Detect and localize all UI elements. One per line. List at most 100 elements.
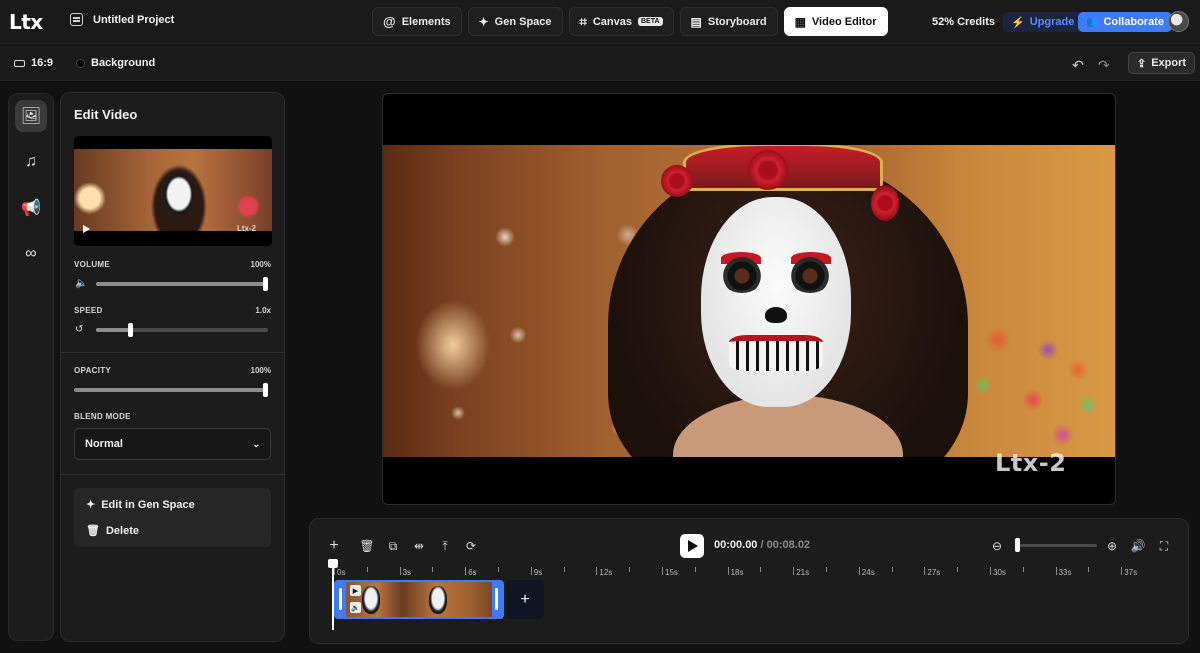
video-preview[interactable]: Ltx-2 <box>382 93 1116 505</box>
ruler-tick <box>990 567 991 575</box>
chevron-down-icon: ⌄ <box>252 438 260 449</box>
replace-icon[interactable]: ⟳ <box>463 538 479 554</box>
delete-button[interactable]: 🗑 Delete <box>86 524 139 538</box>
trim-icon[interactable]: ⤒ <box>437 538 453 554</box>
opacity-slider[interactable] <box>74 383 268 397</box>
audio-tool-button[interactable]: ♫ <box>15 146 47 178</box>
volume-icon[interactable]: 🔊 <box>1130 538 1146 554</box>
tab-canvas[interactable]: ⌗ Canvas BETA <box>568 7 674 36</box>
image-icon: 🖼 <box>20 108 42 125</box>
clip-handle-left[interactable] <box>339 588 342 610</box>
voice-tool-button[interactable]: 📢 <box>15 192 47 224</box>
ruler-tick <box>465 567 467 575</box>
aspect-ratio-label: 16:9 <box>31 57 54 69</box>
edit-in-gen-space-button[interactable]: ✦ Edit in Gen Space <box>86 498 195 512</box>
video-frame <box>383 145 1115 457</box>
main-nav: @ Elements ✦ Gen Space ⌗ Canvas BETA ▤ S… <box>372 7 888 36</box>
split-icon[interactable]: ⇹ <box>411 538 427 554</box>
aspect-ratio-button[interactable]: 16:9 <box>14 57 53 69</box>
ltx-logo[interactable]: Ltx <box>9 10 43 34</box>
background-button[interactable]: Background <box>76 57 155 69</box>
speed-slider[interactable] <box>96 323 268 337</box>
zoom-out-icon[interactable]: ⊖ <box>989 538 1005 554</box>
credits-indicator[interactable]: 52% Credits <box>932 16 995 28</box>
ruler-label: 6s <box>468 568 477 577</box>
volume-knob[interactable] <box>263 277 268 291</box>
infinity-icon: ∞ <box>25 245 37 262</box>
media-tool-button[interactable]: 🖼 <box>15 100 47 132</box>
tab-label: Canvas <box>592 15 632 28</box>
tab-storyboard[interactable]: ▤ Storyboard <box>679 7 778 36</box>
redo-icon[interactable]: ↷ <box>1098 57 1110 74</box>
rose-decoration <box>748 150 788 190</box>
trash-icon[interactable]: 🗑 <box>359 538 375 554</box>
volume-label: VOLUME <box>74 260 111 269</box>
clip-frame <box>362 586 380 614</box>
export-label: Export <box>1151 57 1187 69</box>
play-icon[interactable] <box>83 225 90 233</box>
project-title[interactable]: Untitled Project <box>70 13 174 26</box>
ruler-tick <box>530 567 532 575</box>
video-thumbnail[interactable]: Ltx-2 <box>74 136 272 246</box>
tab-label: Gen Space <box>494 15 552 28</box>
tab-label: Storyboard <box>707 15 767 28</box>
zoom-in-icon[interactable]: ⊕ <box>1104 538 1120 554</box>
users-icon: 👥 <box>1086 16 1099 28</box>
clip-actions: ✦ Edit in Gen Space 🗑 Delete <box>74 488 271 547</box>
zoom-knob[interactable] <box>1015 538 1020 552</box>
ruler-minor-tick <box>826 567 827 572</box>
beta-badge: BETA <box>638 17 663 26</box>
avatar[interactable] <box>1168 11 1189 32</box>
opacity-knob[interactable] <box>263 383 268 397</box>
at-icon: @ <box>383 14 396 29</box>
aspect-ratio-icon <box>14 59 25 67</box>
volume-slider[interactable] <box>96 277 268 291</box>
ruler-minor-tick <box>629 567 631 572</box>
background-color-swatch <box>76 58 85 68</box>
ruler-label: 27s <box>927 568 941 577</box>
upgrade-button[interactable]: ⚡ Upgrade <box>1003 12 1083 32</box>
blend-mode-select[interactable]: Normal ⌄ <box>74 428 271 460</box>
editor-toolbar: 16:9 Background ↶ ↷ ⇪ Export <box>0 45 1200 81</box>
ruler-tick <box>793 567 795 575</box>
tab-label: Elements <box>401 15 451 28</box>
ruler-minor-tick <box>957 567 959 572</box>
collaborate-button[interactable]: 👥 Collaborate <box>1078 12 1172 32</box>
tab-gen-space[interactable]: ✦ Gen Space <box>467 7 563 36</box>
storyboard-icon: ▤ <box>690 14 702 29</box>
ruler-tick <box>399 567 401 575</box>
current-time: 00:00.00 <box>714 539 758 551</box>
export-button[interactable]: ⇪ Export <box>1128 52 1196 74</box>
fullscreen-icon[interactable]: ⛶ <box>1156 538 1172 554</box>
zoom-slider[interactable] <box>1017 544 1097 547</box>
video-clip[interactable]: ▶ 🔈 <box>334 580 504 619</box>
thumbnail-watermark: Ltx-2 <box>237 224 257 233</box>
tab-elements[interactable]: @ Elements <box>372 7 462 36</box>
project-icon <box>70 13 83 26</box>
transitions-tool-button[interactable]: ∞ <box>15 238 47 270</box>
project-name[interactable]: Untitled Project <box>93 14 174 26</box>
ruler-tick <box>1055 567 1057 575</box>
ruler-minor-tick <box>1088 567 1090 572</box>
playhead[interactable] <box>328 559 338 630</box>
video-track-icon: ▶ <box>350 585 361 596</box>
undo-icon[interactable]: ↶ <box>1072 57 1084 74</box>
ruler-minor-tick <box>432 567 434 572</box>
nose <box>765 307 787 323</box>
speaker-icon: 🔈 <box>75 278 88 289</box>
add-clip-button[interactable]: + <box>506 580 544 619</box>
play-button[interactable] <box>680 534 704 558</box>
tab-video-editor[interactable]: ▦ Video Editor <box>783 7 888 36</box>
collaborate-label: Collaborate <box>1103 16 1164 28</box>
ruler-label: 21s <box>796 568 810 577</box>
clip-handle-right[interactable] <box>495 588 498 610</box>
ruler-label: 0s <box>337 568 346 577</box>
add-icon[interactable]: + <box>326 537 342 554</box>
music-icon: ♫ <box>25 153 37 170</box>
divider <box>61 474 284 475</box>
ruler-minor-tick <box>498 567 499 572</box>
ruler-minor-tick <box>760 567 762 572</box>
speed-knob[interactable] <box>128 323 134 337</box>
duplicate-icon[interactable]: ⧉ <box>385 538 401 554</box>
timeline-ruler[interactable]: 0s 3s 6s 9s 12s 15s 18s 21s 24s 27s 30s 33s 37s <box>334 565 1164 579</box>
